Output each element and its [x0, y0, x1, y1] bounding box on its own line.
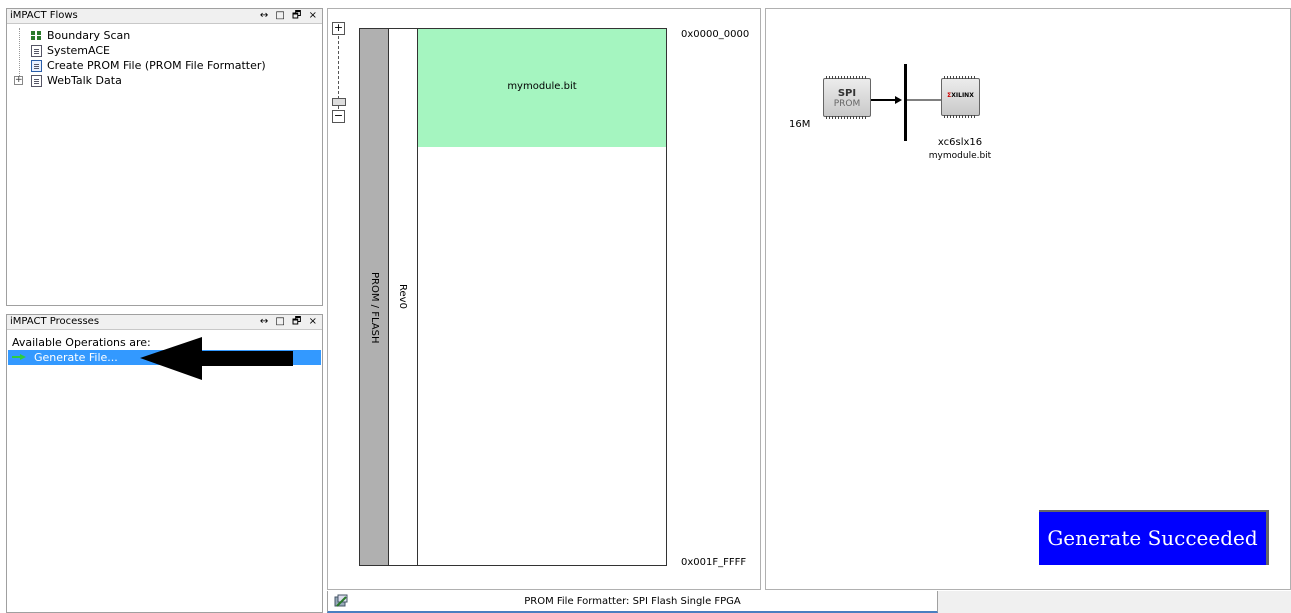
revision-label: Rev0: [397, 284, 408, 309]
xilinx-logo-icon: ΣXILINX: [942, 92, 979, 99]
float-icon[interactable]: 🗗: [292, 315, 303, 329]
prom-formatter-tab-label: PROM File Formatter: SPI Flash Single FP…: [524, 596, 741, 607]
end-address: 0x001F_FFFF: [681, 557, 747, 568]
close-icon[interactable]: ×: [309, 9, 319, 23]
flows-panel-titlebar: iMPACT Flows ↔ □ 🗗 ×: [7, 9, 322, 24]
operations-heading: Available Operations are:: [12, 336, 151, 349]
flows-panel-title: iMPACT Flows: [10, 10, 78, 21]
fpga-chip[interactable]: ΣXILINX: [941, 76, 980, 118]
boundary-scan-icon: [31, 30, 42, 42]
zoom-out-button[interactable]: −: [332, 110, 345, 123]
tree-item-label: SystemACE: [47, 44, 110, 57]
processes-panel-title: iMPACT Processes: [10, 316, 100, 327]
document-blue-icon: [31, 60, 42, 72]
prom-device-label: PROM / FLASH: [369, 272, 380, 344]
fpga-device-label: xc6slx16: [937, 137, 983, 148]
processes-panel-titlebar: iMPACT Processes ↔ □ 🗗 ×: [7, 315, 322, 330]
revision-column: Rev0: [389, 29, 418, 565]
spi-prom-chip[interactable]: SPI PROM: [823, 76, 871, 119]
pin-icon[interactable]: ↔: [260, 9, 270, 23]
restore-icon[interactable]: □: [275, 9, 286, 23]
tree-item-label: Create PROM File (PROM File Formatter): [47, 59, 266, 72]
tree-item-label: Boundary Scan: [47, 29, 131, 42]
start-address: 0x0000_0000: [681, 29, 750, 40]
xilinx-logo-text: XILINX: [951, 92, 974, 99]
annotation-arrow-icon: [140, 337, 293, 380]
document-tab-bar: PROM File Formatter: SPI Flash Single FP…: [327, 591, 1291, 613]
zoom-handle[interactable]: [332, 98, 346, 106]
prom-map: PROM / FLASH Rev0 mymodule.bit: [359, 28, 667, 566]
tree-item-label: WebTalk Data: [47, 74, 122, 87]
fpga-file-label: mymodule.bit: [928, 151, 992, 161]
bitstream-block[interactable]: mymodule.bit: [418, 29, 666, 147]
prom-device-bar: PROM / FLASH: [360, 29, 389, 565]
spi-prom-line1: SPI: [837, 88, 857, 99]
document-icon: [31, 45, 42, 57]
close-icon[interactable]: ×: [309, 315, 319, 329]
prom-formatter-tab[interactable]: PROM File Formatter: SPI Flash Single FP…: [327, 591, 938, 613]
document-icon: [31, 75, 42, 87]
generate-succeeded-banner: Generate Succeeded: [1039, 510, 1269, 565]
zoom-slider[interactable]: + −: [332, 22, 346, 132]
restore-icon[interactable]: □: [275, 315, 286, 329]
run-arrow-icon: [12, 354, 26, 360]
flows-panel: iMPACT Flows ↔ □ 🗗 × Boundary Scan Syste…: [6, 8, 323, 306]
bitstream-label: mymodule.bit: [507, 81, 577, 92]
operation-label: Generate File...: [34, 351, 118, 364]
processes-panel-controls: ↔ □ 🗗 ×: [260, 315, 319, 329]
zoom-in-button[interactable]: +: [332, 22, 345, 35]
pin-icon[interactable]: ↔: [260, 315, 270, 329]
spi-prom-line2: PROM: [833, 99, 861, 109]
tree-guide-line: [19, 28, 20, 80]
prom-size-label: 16M: [789, 119, 811, 130]
expand-icon[interactable]: +: [14, 76, 23, 85]
float-icon[interactable]: 🗗: [292, 9, 303, 23]
chain-connection: [871, 64, 941, 141]
flows-panel-controls: ↔ □ 🗗 ×: [260, 9, 319, 23]
